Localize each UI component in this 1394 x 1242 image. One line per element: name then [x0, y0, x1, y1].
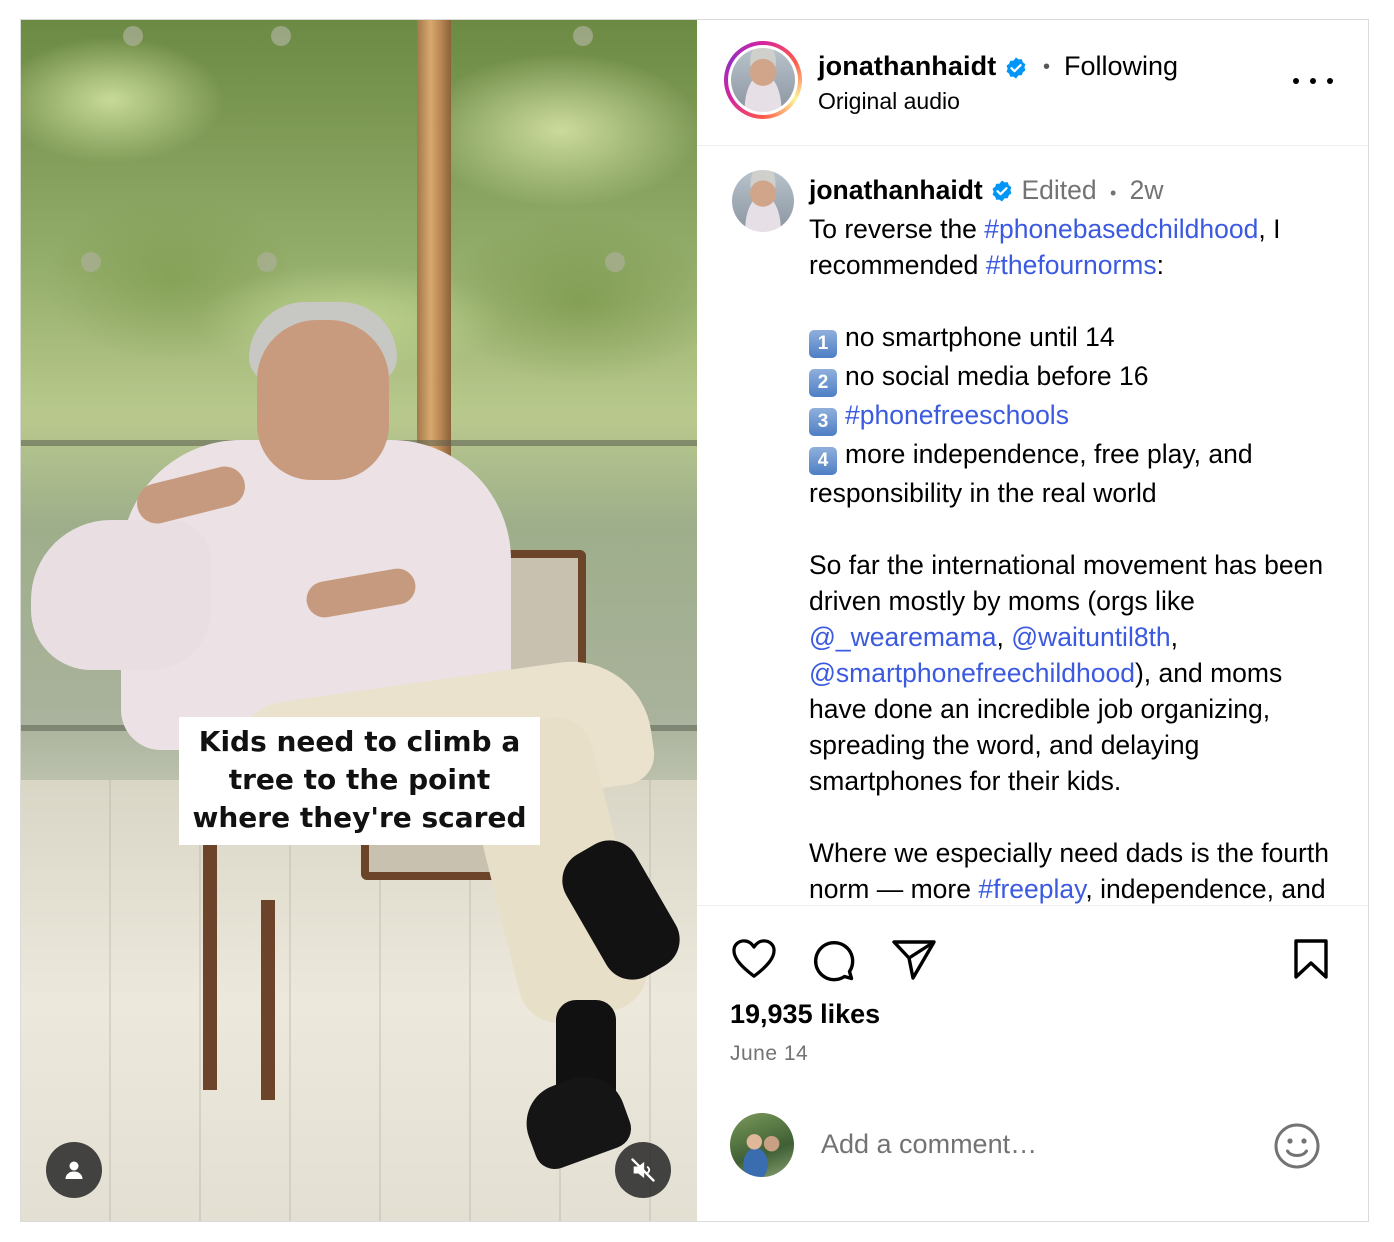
speaker-arm [31, 520, 211, 670]
muted-speaker-icon [631, 1158, 655, 1182]
caption-text: jonathanhaidt Edited • 2w To reverse the… [809, 172, 1344, 905]
keycap-two-icon: 2 [809, 369, 837, 397]
heart-icon[interactable] [731, 938, 777, 980]
keycap-one-icon: 1 [809, 330, 837, 358]
author-avatar[interactable] [724, 41, 802, 119]
following-button[interactable]: Following [1064, 51, 1178, 82]
comment-input[interactable]: Add a comment… [821, 1129, 1037, 1160]
caption-segment: , [1170, 622, 1179, 652]
chair-leg [261, 900, 275, 1100]
verified-badge-icon [1006, 57, 1026, 79]
mention-link[interactable]: @waituntil8th [1011, 622, 1170, 652]
glass-dot [271, 26, 291, 46]
speaker-head [257, 320, 389, 480]
post-header: jonathanhaidt • Following Original audio [697, 20, 1368, 146]
hashtag-link[interactable]: #phonefreeschools [845, 400, 1069, 430]
norm-item: more independence, free play, and respon… [809, 439, 1253, 508]
glass-dot [123, 26, 143, 46]
caption-segment: : [1156, 250, 1165, 280]
caption-segment: , [996, 622, 1012, 652]
video-player[interactable]: Kids need to climb a tree to the point w… [21, 20, 697, 1221]
post-side-panel: jonathanhaidt • Following Original audio… [697, 20, 1368, 1221]
glass-dot [257, 252, 277, 272]
mute-toggle-button[interactable] [615, 1142, 671, 1198]
original-audio-link[interactable]: Original audio [818, 88, 960, 115]
edited-label: Edited [1021, 175, 1097, 205]
user-icon [65, 1161, 83, 1179]
caption-username[interactable]: jonathanhaidt [809, 175, 983, 205]
video-caption: Kids need to climb a tree to the point w… [179, 717, 540, 845]
add-comment-bar: Add a comment… [697, 1086, 1368, 1221]
caption-segment: So far the international movement has be… [809, 550, 1324, 616]
norm-item: no social media before 16 [845, 361, 1149, 391]
caption-author-avatar[interactable] [732, 170, 794, 232]
separator-dot: • [1109, 183, 1117, 203]
caption-segment: To reverse the [809, 214, 985, 244]
hashtag-link[interactable]: #freeplay [978, 874, 1085, 904]
author-username-row[interactable]: jonathanhaidt [818, 51, 1028, 82]
instagram-post: Kids need to climb a tree to the point w… [20, 19, 1369, 1222]
mention-link[interactable]: @smartphonefreechildhood [809, 658, 1135, 688]
tagged-users-button[interactable] [46, 1142, 102, 1198]
caption-line: Kids need to climb a [198, 725, 521, 758]
keycap-three-icon: 3 [809, 408, 837, 436]
glass-dot [605, 252, 625, 272]
caption-line: where they're scared [192, 801, 527, 834]
norm-item: no smartphone until 14 [845, 322, 1115, 352]
glass-dot [81, 252, 101, 272]
hashtag-link[interactable]: #phonebasedchildhood [984, 214, 1258, 244]
mention-link[interactable]: @_wearemama [809, 622, 996, 652]
glass-dot [573, 26, 593, 46]
comment-icon[interactable] [811, 938, 855, 982]
like-count[interactable]: 19,935 likes [730, 999, 880, 1030]
post-date[interactable]: June 14 [730, 1042, 808, 1066]
send-icon[interactable] [891, 938, 937, 982]
keycap-four-icon: 4 [809, 447, 837, 475]
separator-dot: • [1043, 56, 1051, 78]
avatar-image [731, 48, 795, 112]
viewer-avatar [730, 1113, 794, 1177]
author-username[interactable]: jonathanhaidt [818, 51, 996, 81]
hashtag-link[interactable]: #thefournorms [986, 250, 1157, 280]
verified-badge-icon [992, 180, 1012, 202]
post-actions: 19,935 likes June 14 [697, 906, 1368, 1086]
bookmark-icon[interactable] [1293, 938, 1329, 980]
caption-line: tree to the point [228, 763, 491, 796]
smiley-icon[interactable] [1273, 1122, 1321, 1170]
post-time-ago[interactable]: 2w [1130, 175, 1164, 205]
more-options-icon[interactable] [1293, 68, 1333, 94]
caption-section: jonathanhaidt Edited • 2w To reverse the… [697, 146, 1368, 906]
